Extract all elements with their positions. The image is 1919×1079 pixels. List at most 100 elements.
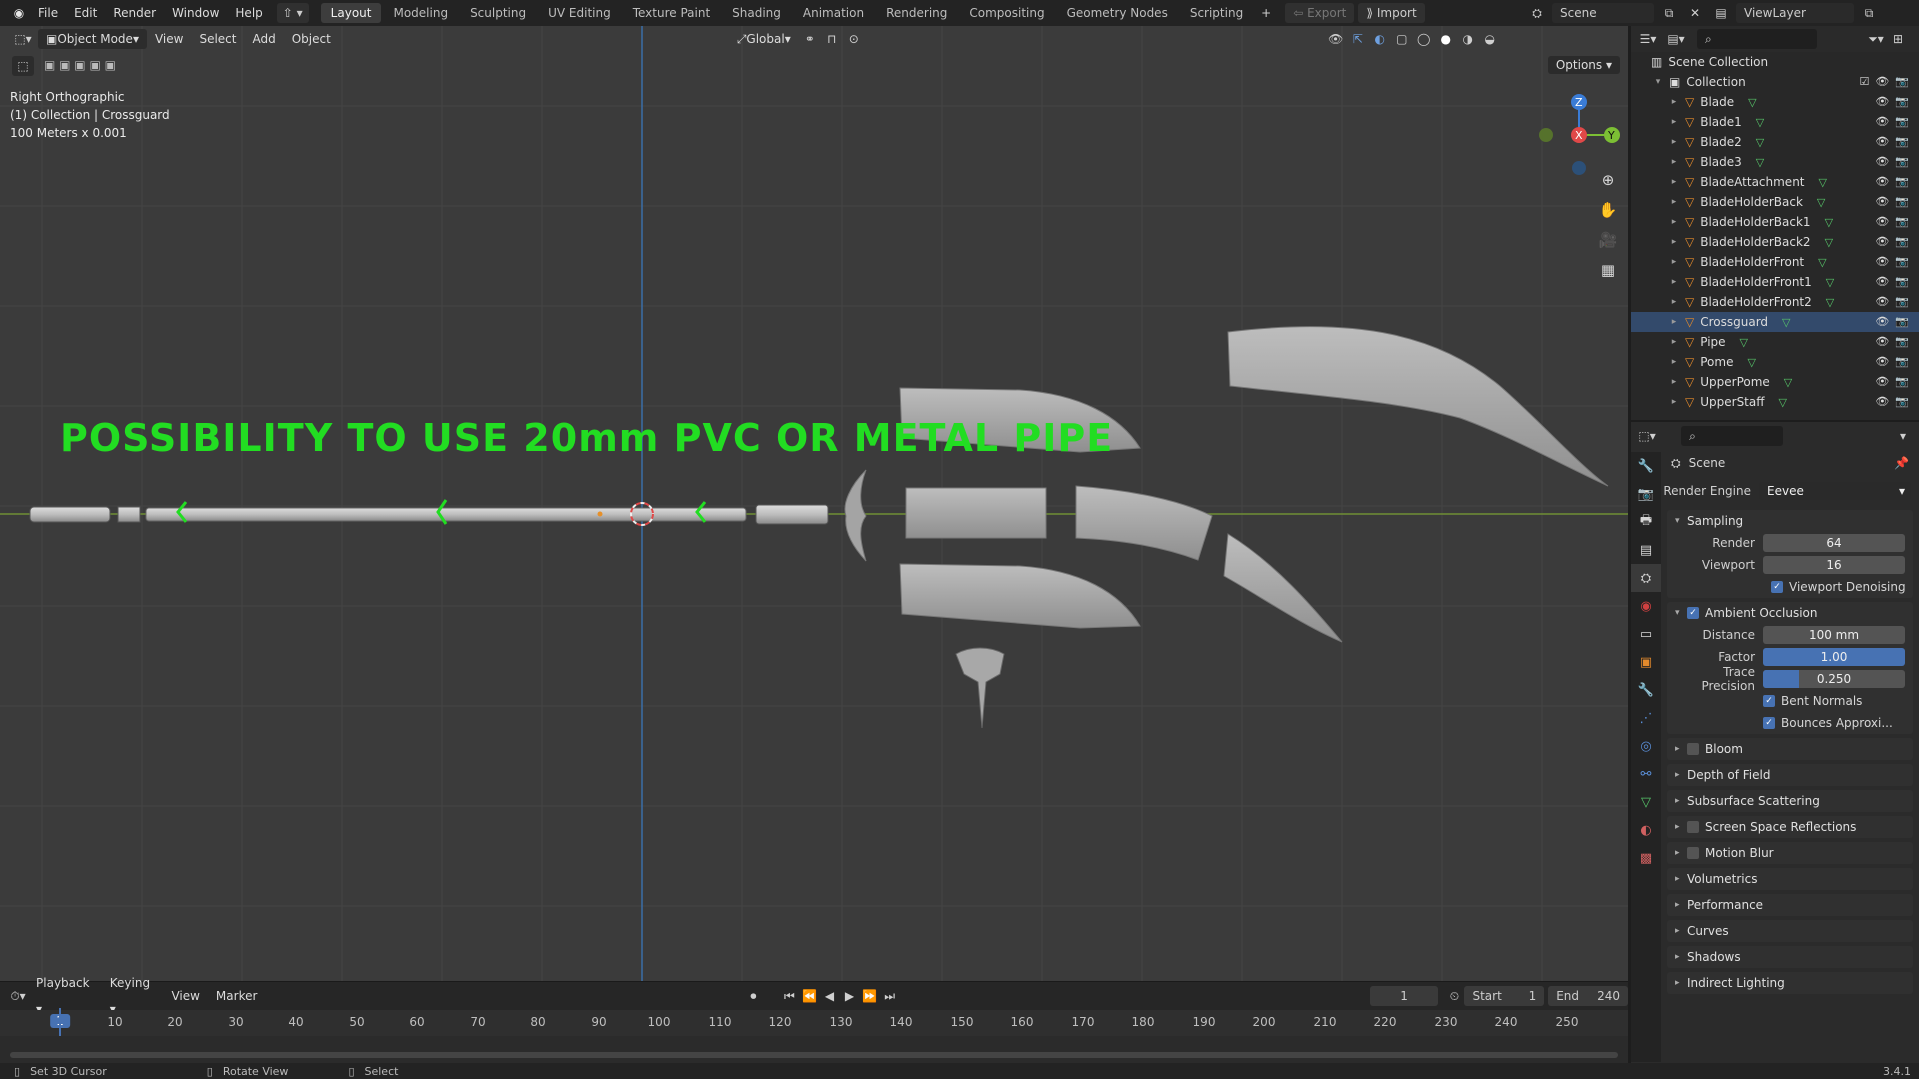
jump-start-icon[interactable]: ⏮ [779, 986, 799, 1006]
panel-header[interactable]: ▸ Subsurface Scattering [1667, 790, 1913, 812]
tab-sculpting[interactable]: Sculpting [460, 3, 536, 23]
display-mode-icon[interactable]: ▤▾ [1665, 29, 1687, 49]
visibility-icon[interactable]: 👁 [1325, 29, 1347, 49]
blade1-object[interactable] [1075, 485, 1213, 561]
menu-timeline-view[interactable]: View [163, 983, 207, 1009]
menu-file[interactable]: File [30, 0, 66, 26]
camera-icon[interactable]: 📷 [1895, 115, 1909, 128]
collection-tab-icon[interactable]: ▭ [1631, 620, 1661, 648]
physics-tab-icon[interactable]: ◎ [1631, 732, 1661, 760]
material-tab-icon[interactable]: ◐ [1631, 816, 1661, 844]
wireframe-shading-icon[interactable]: ◯ [1413, 29, 1435, 49]
ao-distance-field[interactable]: 100 mm [1763, 626, 1905, 644]
tab-modeling[interactable]: Modeling [383, 3, 458, 23]
tab-rendering[interactable]: Rendering [876, 3, 957, 23]
sampling-header[interactable]: ▾ Sampling [1667, 510, 1913, 532]
modifier-tab-icon[interactable]: 🔧 [1631, 676, 1661, 704]
object-mode-dropdown[interactable]: ▣ Object Mode ▾ [38, 29, 147, 49]
pan-hand-icon[interactable]: ✋ [1596, 198, 1620, 222]
panel-checkbox[interactable] [1687, 847, 1699, 859]
camera-icon[interactable]: 📷 [1895, 215, 1909, 228]
outliner-item[interactable]: ▸ ▽ BladeHolderFront1 ▽ 👁 📷 [1631, 272, 1919, 292]
expand-icon[interactable]: ▸ [1669, 117, 1679, 127]
expand-icon[interactable]: ▸ [1669, 257, 1679, 267]
camera-icon[interactable]: 📷 [1895, 135, 1909, 148]
rendered-shading-icon[interactable]: ◒ [1479, 29, 1501, 49]
outliner-item[interactable]: ▸ ▽ Crossguard ▽ 👁 📷 [1631, 312, 1919, 332]
prev-keyframe-icon[interactable]: ⏪ [799, 986, 819, 1006]
ao-factor-slider[interactable]: 1.00 [1763, 648, 1905, 666]
xray-icon[interactable]: ▢ [1391, 29, 1413, 49]
grid-view-icon[interactable]: ▦ [1596, 258, 1620, 282]
world-tab-icon[interactable]: ◉ [1631, 592, 1661, 620]
camera-icon[interactable]: 📷 [1895, 335, 1909, 348]
scene-icon[interactable]: ⛭ [1526, 3, 1548, 23]
zoom-icon[interactable]: ⊕ [1596, 168, 1620, 192]
expand-icon[interactable]: ▸ [1669, 377, 1679, 387]
outliner-item[interactable]: ▸ ▽ UpperPome ▽ 👁 📷 [1631, 372, 1919, 392]
outliner-item[interactable]: ▸ ▽ BladeHolderBack1 ▽ 👁 📷 [1631, 212, 1919, 232]
select-tool-icon[interactable]: ⬚ [12, 56, 34, 76]
camera-icon[interactable]: 📷 [1895, 75, 1909, 88]
outliner-item[interactable]: ▸ ▽ Blade1 ▽ 👁 📷 [1631, 112, 1919, 132]
tab-texture-paint[interactable]: Texture Paint [623, 3, 720, 23]
options-dropdown[interactable]: Options ▾ [1547, 56, 1620, 74]
render-samples-field[interactable]: 64 [1763, 534, 1905, 552]
tab-animation[interactable]: Animation [793, 3, 874, 23]
pipe-object[interactable] [29, 499, 829, 525]
panel-header[interactable]: ▸ Motion Blur [1667, 842, 1913, 864]
view-layer-icon[interactable]: ▤ [1710, 3, 1732, 23]
outliner-item[interactable]: ▸ ▽ BladeHolderBack ▽ 👁 📷 [1631, 192, 1919, 212]
crossguard-object[interactable] [844, 469, 867, 562]
camera-icon[interactable]: 📷 [1895, 175, 1909, 188]
proportional-edit-icon[interactable]: ⊙ [843, 29, 865, 49]
panel-header[interactable]: ▸ Bloom [1667, 738, 1913, 760]
eye-icon[interactable]: 👁 [1875, 215, 1889, 228]
expand-icon[interactable]: ▸ [1669, 277, 1679, 287]
camera-icon[interactable]: 📷 [1895, 395, 1909, 408]
pome-object[interactable] [955, 647, 1005, 729]
panel-checkbox[interactable] [1687, 743, 1699, 755]
end-frame-field[interactable]: End 240 [1548, 986, 1628, 1006]
3d-viewport[interactable]: ⬚▾ ▣ Object Mode ▾ View Select Add Objec… [0, 26, 1628, 981]
panel-header[interactable]: ▸ Shadows [1667, 946, 1913, 968]
camera-icon[interactable]: 📷 [1895, 95, 1909, 108]
expand-icon[interactable]: ▾ [1653, 77, 1663, 87]
expand-icon[interactable]: ▸ [1669, 357, 1679, 367]
data-tab-icon[interactable]: ▽ [1631, 788, 1661, 816]
bounces-checkbox[interactable]: ✓ [1763, 717, 1775, 729]
import-button[interactable]: ⟫ Import [1358, 3, 1425, 23]
panel-header[interactable]: ▸ Depth of Field [1667, 764, 1913, 786]
pivot-icon[interactable]: ⚭ [799, 29, 821, 49]
eye-icon[interactable]: 👁 [1875, 155, 1889, 168]
eye-icon[interactable]: 👁 [1875, 275, 1889, 288]
outliner-item[interactable]: ▸ ▽ Pipe ▽ 👁 📷 [1631, 332, 1919, 352]
add-workspace-icon[interactable]: + [1255, 3, 1277, 23]
panel-header[interactable]: ▸ Curves [1667, 920, 1913, 942]
menu-view[interactable]: View [147, 26, 191, 52]
properties-search-input[interactable]: ⌕ [1681, 426, 1783, 446]
outliner-search-input[interactable]: ⌕ [1697, 29, 1817, 49]
timeline-ruler[interactable]: 1 10 20 30 40 50 60 70 80 90 100 110 120… [0, 1010, 1628, 1036]
expand-icon[interactable]: ▸ [1669, 97, 1679, 107]
select-mode-icons[interactable]: ▣ ▣ ▣ ▣ ▣ [44, 58, 116, 72]
gizmo-toggle-icon[interactable]: ⇱ [1347, 29, 1369, 49]
outliner-item[interactable]: ▸ ▽ Blade2 ▽ 👁 📷 [1631, 132, 1919, 152]
record-icon[interactable]: ⏺ [743, 986, 763, 1006]
expand-icon[interactable]: ▸ [1669, 297, 1679, 307]
eye-icon[interactable]: 👁 [1875, 135, 1889, 148]
orientation-dropdown[interactable]: ⤢ Global ▾ [729, 29, 799, 49]
eye-icon[interactable]: 👁 [1875, 395, 1889, 408]
eye-icon[interactable]: 👁 [1875, 95, 1889, 108]
outliner-collection[interactable]: ▾ ▣ Collection ☑ 👁 📷 [1631, 72, 1919, 92]
outliner-item[interactable]: ▸ ▽ UpperStaff ▽ 👁 📷 [1631, 392, 1919, 412]
camera-icon[interactable]: 🎥 [1596, 228, 1620, 252]
clock-icon[interactable]: ⏲ [1444, 986, 1464, 1006]
ao-trace-slider[interactable]: 0.250 [1763, 670, 1905, 688]
eye-icon[interactable]: 👁 [1875, 295, 1889, 308]
expand-icon[interactable]: ▸ [1669, 317, 1679, 327]
eye-icon[interactable]: 👁 [1875, 375, 1889, 388]
new-collection-icon[interactable]: ⊞ [1887, 29, 1909, 49]
new-view-layer-icon[interactable]: ⧉ [1858, 3, 1880, 23]
camera-icon[interactable]: 📷 [1895, 295, 1909, 308]
